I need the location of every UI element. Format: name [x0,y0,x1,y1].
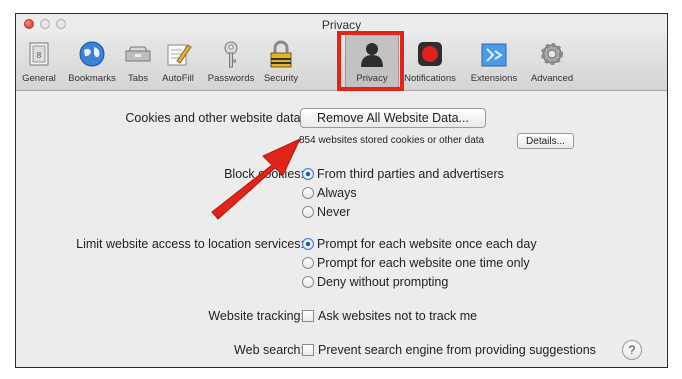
annotation-arrow [211,137,302,220]
red-arrow-icon [211,137,302,220]
